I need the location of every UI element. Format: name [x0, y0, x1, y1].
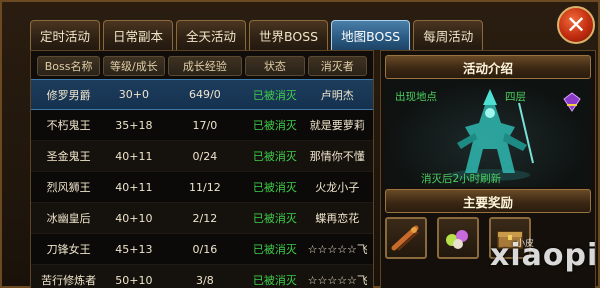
boss-exp: 0/24 [192, 149, 218, 163]
tab-daily-dungeon[interactable]: 日常副本 [103, 20, 174, 50]
boss-killer: 就是要萝莉 [309, 119, 365, 132]
table-row[interactable]: 修罗男爵 30+0 649/0 已被消灭 卢明杰 [31, 79, 373, 110]
tab-all-day-events[interactable]: 全天活动 [176, 20, 247, 50]
boss-exp: 649/0 [189, 88, 221, 101]
boss-exp: 3/8 [196, 273, 214, 287]
bow-weapon-icon [391, 225, 419, 251]
table-body: 修罗男爵 30+0 649/0 已被消灭 卢明杰 不朽鬼王 35+18 17/0… [31, 79, 373, 288]
header-status: 状态 [245, 56, 305, 76]
boss-name: 苦行修炼者 [41, 274, 97, 287]
boss-status: 已被消灭 [252, 119, 297, 132]
boss-level: 45+13 [115, 242, 153, 256]
boss-knight-figure [450, 89, 534, 181]
gem-orbs-icon [446, 230, 468, 249]
boss-killer: 卢明杰 [320, 88, 354, 102]
boss-name: 冰幽皇后 [46, 212, 91, 225]
boss-name: 修罗男爵 [46, 88, 91, 102]
close-button[interactable]: ✕ [557, 6, 595, 44]
boss-killer: ☆☆☆☆☆飞铃 [307, 274, 367, 287]
boss-exp: 0/16 [192, 242, 218, 256]
tab-bar: 定时活动 日常副本 全天活动 世界BOSS 地图BOSS 每周活动 [30, 20, 484, 50]
boss-killer: 火龙小子 [315, 181, 360, 194]
tab-weekly-events[interactable]: 每周活动 [413, 20, 484, 50]
table-row[interactable]: 刀锋女王 45+13 0/16 已被消灭 ☆☆☆☆☆飞铃 [31, 234, 373, 265]
gem-icon [563, 92, 581, 112]
reward-slot[interactable] [385, 217, 427, 259]
boss-status: 已被消灭 [252, 243, 297, 256]
boss-name: 烈风狮王 [46, 181, 91, 194]
boss-status: 已被消灭 [252, 212, 297, 225]
boss-name: 圣金鬼王 [46, 150, 91, 163]
tab-world-boss[interactable]: 世界BOSS [249, 20, 329, 50]
table-row[interactable]: 烈风狮王 40+11 11/12 已被消灭 火龙小子 [31, 172, 373, 203]
respawn-note: 消灭后2小时刷新 [421, 173, 502, 185]
header-level: 等级/成长 [103, 56, 165, 76]
boss-table: Boss名称 等级/成长 成长经验 状态 消灭者 修罗男爵 30+0 649/0… [30, 50, 374, 288]
rewards-title: 主要奖励 [385, 189, 591, 213]
boss-level: 30+0 [118, 88, 149, 101]
boss-level: 40+10 [115, 211, 153, 225]
boss-preview: 出现地点 四层 消灭后2小时刷新 [385, 79, 591, 187]
boss-exp: 17/0 [192, 118, 218, 132]
header-killer: 消灭者 [307, 56, 367, 76]
boss-killer: 蝶再恋花 [315, 212, 360, 225]
boss-level: 40+11 [115, 180, 153, 194]
boss-level: 40+11 [115, 149, 153, 163]
boss-status: 已被消灭 [252, 150, 297, 163]
table-row[interactable]: 不朽鬼王 35+18 17/0 已被消灭 就是要萝莉 [31, 110, 373, 141]
game-window: 定时活动 日常副本 全天活动 世界BOSS 地图BOSS 每周活动 ✕ Boss… [0, 0, 600, 288]
table-row[interactable]: 苦行修炼者 50+10 3/8 已被消灭 ☆☆☆☆☆飞铃 [31, 265, 373, 288]
boss-status: 已被消灭 [252, 181, 297, 194]
boss-killer: ☆☆☆☆☆飞铃 [307, 243, 367, 256]
location-value: 四层 [505, 91, 526, 103]
reward-slot[interactable] [437, 217, 479, 259]
boss-name: 不朽鬼王 [46, 119, 91, 132]
close-icon: ✕ [565, 11, 587, 39]
activity-intro-title: 活动介绍 [385, 55, 591, 79]
table-row[interactable]: 冰幽皇后 40+10 2/12 已被消灭 蝶再恋花 [31, 203, 373, 234]
tab-timed-events[interactable]: 定时活动 [30, 20, 101, 50]
boss-status: 已被消灭 [252, 88, 297, 102]
boss-level: 50+10 [115, 273, 153, 287]
boss-name: 刀锋女王 [46, 243, 91, 256]
boss-killer: 那情你不懂 [309, 150, 365, 163]
boss-status: 已被消灭 [252, 274, 297, 287]
header-exp: 成长经验 [167, 56, 243, 76]
header-boss-name: Boss名称 [37, 56, 101, 76]
location-label: 出现地点 [395, 91, 437, 103]
boss-exp: 11/12 [189, 180, 221, 194]
boss-exp: 2/12 [192, 211, 218, 225]
site-watermark: xiaopi [490, 238, 599, 273]
table-row[interactable]: 圣金鬼王 40+11 0/24 已被消灭 那情你不懂 [31, 141, 373, 172]
boss-level: 35+18 [115, 118, 153, 132]
table-header: Boss名称 等级/成长 成长经验 状态 消灭者 [31, 51, 373, 79]
tab-map-boss[interactable]: 地图BOSS [331, 20, 411, 50]
